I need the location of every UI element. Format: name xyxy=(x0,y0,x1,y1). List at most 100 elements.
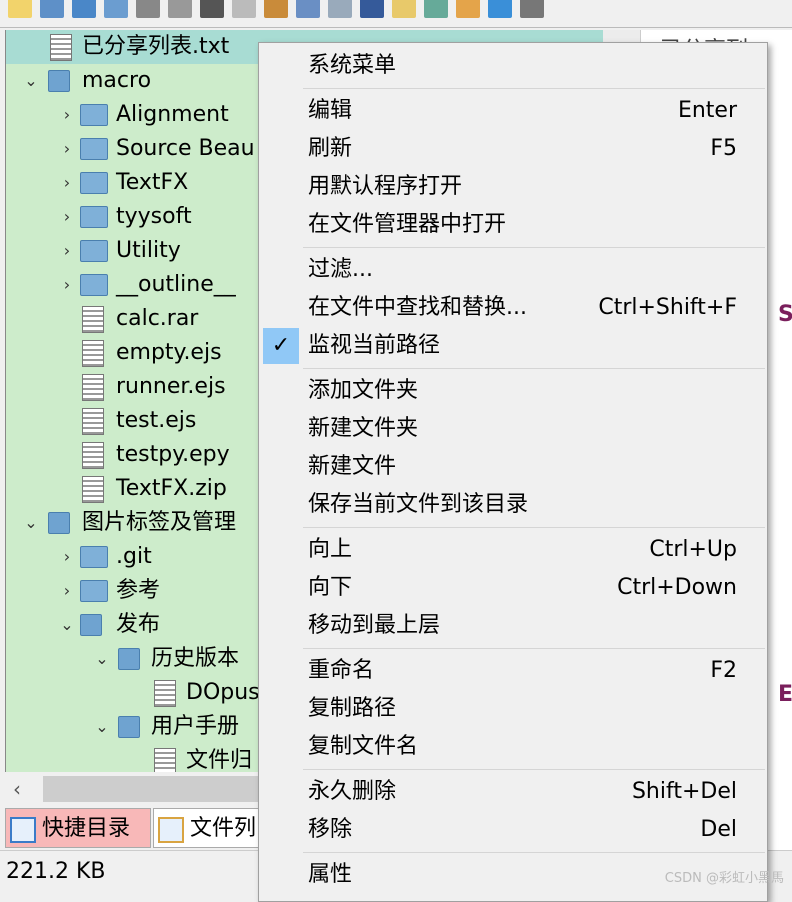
menu-separator xyxy=(303,527,765,528)
menu-item[interactable]: 保存当前文件到该目录 xyxy=(259,486,767,524)
redo-icon[interactable] xyxy=(168,0,192,18)
context-menu: 系统菜单 编辑 Enter 刷新 F5 用默认程序打开 在文件管理器中打开 过滤... 在文件中… xyxy=(258,42,768,902)
folder-icon xyxy=(118,716,140,738)
tab-label: 快捷目录 xyxy=(42,816,131,841)
tree-item-label: test.ejs xyxy=(116,408,197,433)
menu-item[interactable]: 复制路径 xyxy=(259,690,767,728)
tree-item-label: empty.ejs xyxy=(116,340,222,365)
folder-icon xyxy=(80,240,108,262)
menu-item-label: 保存当前文件到该目录 xyxy=(308,492,529,517)
chevron-down-icon[interactable]: ⌄ xyxy=(95,642,109,676)
menu-item[interactable]: 复制文件名 xyxy=(259,728,767,766)
tree-item-label: testpy.epy xyxy=(116,442,230,467)
chevron-right-icon[interactable]: › xyxy=(60,234,74,268)
menu-item[interactable]: 在文件管理器中打开 xyxy=(259,206,767,244)
menu-item[interactable]: 系统菜单 xyxy=(259,47,767,85)
menu-item-shortcut: Ctrl+Down xyxy=(617,575,737,600)
chevron-down-icon[interactable]: ⌄ xyxy=(24,506,38,540)
menu-item-label: 向下 xyxy=(308,575,353,600)
file-icon xyxy=(50,34,72,61)
save-icon[interactable] xyxy=(72,0,96,18)
chevron-down-icon[interactable]: ⌄ xyxy=(24,64,38,98)
chevron-right-icon[interactable]: › xyxy=(60,98,74,132)
layout-icon[interactable] xyxy=(488,0,512,18)
save-all-icon[interactable] xyxy=(104,0,128,18)
wrap-icon[interactable] xyxy=(296,0,320,18)
tree-item-label: Alignment xyxy=(116,102,229,127)
chevron-right-icon[interactable]: › xyxy=(60,200,74,234)
file-icon xyxy=(154,748,176,772)
chevron-down-icon[interactable]: ⌄ xyxy=(60,608,74,642)
tree-item-label: 参考 xyxy=(116,578,161,603)
folder-icon xyxy=(80,138,108,160)
menu-item-shortcut: Shift+Del xyxy=(631,779,737,804)
menu-item-label: 新建文件 xyxy=(308,454,397,479)
binary-icon[interactable] xyxy=(520,0,544,18)
menu-item-label: 移除 xyxy=(308,817,353,842)
quick-dirs-icon xyxy=(10,817,36,843)
replace-icon[interactable] xyxy=(392,0,416,18)
file-icon xyxy=(82,476,104,503)
menu-item[interactable]: 移除 Del xyxy=(259,811,767,849)
menu-item[interactable]: 用默认程序打开 xyxy=(259,168,767,206)
file-list-icon xyxy=(158,817,184,843)
menu-item[interactable]: 移动到最上层 xyxy=(259,607,767,645)
menu-item[interactable]: 过滤... xyxy=(259,251,767,289)
menu-item-label: 向上 xyxy=(308,537,353,562)
open-folder-icon[interactable] xyxy=(40,0,64,18)
tree-item-label: TextFX.zip xyxy=(116,476,227,501)
menu-item-label: 用默认程序打开 xyxy=(308,174,463,199)
tree-item-label: 历史版本 xyxy=(151,646,240,671)
menu-item[interactable]: 编辑 Enter xyxy=(259,92,767,130)
file-icon xyxy=(154,680,176,707)
menu-item[interactable]: 永久删除 Shift+Del xyxy=(259,773,767,811)
menu-item[interactable]: 新建文件夹 xyxy=(259,410,767,448)
folder-icon xyxy=(80,172,108,194)
folder-icon xyxy=(48,512,70,534)
undo-icon[interactable] xyxy=(136,0,160,18)
menu-item-label: 永久删除 xyxy=(308,779,397,804)
copy-icon[interactable] xyxy=(232,0,256,18)
menu-separator xyxy=(303,769,765,770)
watermark: CSDN @彩虹小黑馬 xyxy=(664,871,784,886)
folder-icon xyxy=(80,614,102,636)
chevron-down-icon[interactable]: ⌄ xyxy=(95,710,109,744)
list-icon[interactable] xyxy=(328,0,352,18)
menu-item[interactable]: ✓ 监视当前路径 xyxy=(259,327,767,365)
menu-item-label: 移动到最上层 xyxy=(308,613,441,638)
editor-text: E xyxy=(778,682,792,707)
menu-item[interactable]: 添加文件夹 xyxy=(259,372,767,410)
menu-item[interactable]: 在文件中查找和替换... Ctrl+Shift+F xyxy=(259,289,767,327)
tree-item-label: __outline__ xyxy=(116,272,236,297)
menu-item[interactable]: 向下 Ctrl+Down xyxy=(259,569,767,607)
tree-item-label: tyysoft xyxy=(116,204,192,229)
tree-item-label: 文件归 xyxy=(186,748,253,772)
chevron-right-icon[interactable]: › xyxy=(60,268,74,302)
chevron-right-icon[interactable]: › xyxy=(60,132,74,166)
chevron-right-icon[interactable]: › xyxy=(60,574,74,608)
chevron-right-icon[interactable]: › xyxy=(60,540,74,574)
tree-item-label: DOpus xyxy=(186,680,260,705)
menu-item[interactable]: 新建文件 xyxy=(259,448,767,486)
menu-item-label: 在文件中查找和替换... xyxy=(308,295,527,320)
zoom-icon[interactable] xyxy=(456,0,480,18)
menu-item-shortcut: Enter xyxy=(677,98,737,123)
tree-item-label: 图片标签及管理 xyxy=(82,510,237,535)
menu-item[interactable]: 向上 Ctrl+Up xyxy=(259,531,767,569)
menu-item-label: 监视当前路径 xyxy=(308,333,441,358)
menu-item-label: 在文件管理器中打开 xyxy=(308,212,507,237)
menu-item[interactable]: 刷新 F5 xyxy=(259,130,767,168)
find-icon[interactable] xyxy=(360,0,384,18)
menu-item-label: 系统菜单 xyxy=(308,53,397,78)
menu-item[interactable]: 重命名 F2 xyxy=(259,652,767,690)
folder-icon xyxy=(80,206,108,228)
chevron-right-icon[interactable]: › xyxy=(60,166,74,200)
tree-item-label: 用户手册 xyxy=(151,714,240,739)
checkmark-icon: ✓ xyxy=(263,328,299,364)
paste-icon[interactable] xyxy=(264,0,288,18)
cut-icon[interactable] xyxy=(200,0,224,18)
spell-icon[interactable] xyxy=(424,0,448,18)
tab-quick-dirs[interactable]: 快捷目录 xyxy=(5,808,151,848)
scroll-left-icon[interactable]: ‹ xyxy=(13,772,21,806)
edit-icon[interactable] xyxy=(8,0,32,18)
